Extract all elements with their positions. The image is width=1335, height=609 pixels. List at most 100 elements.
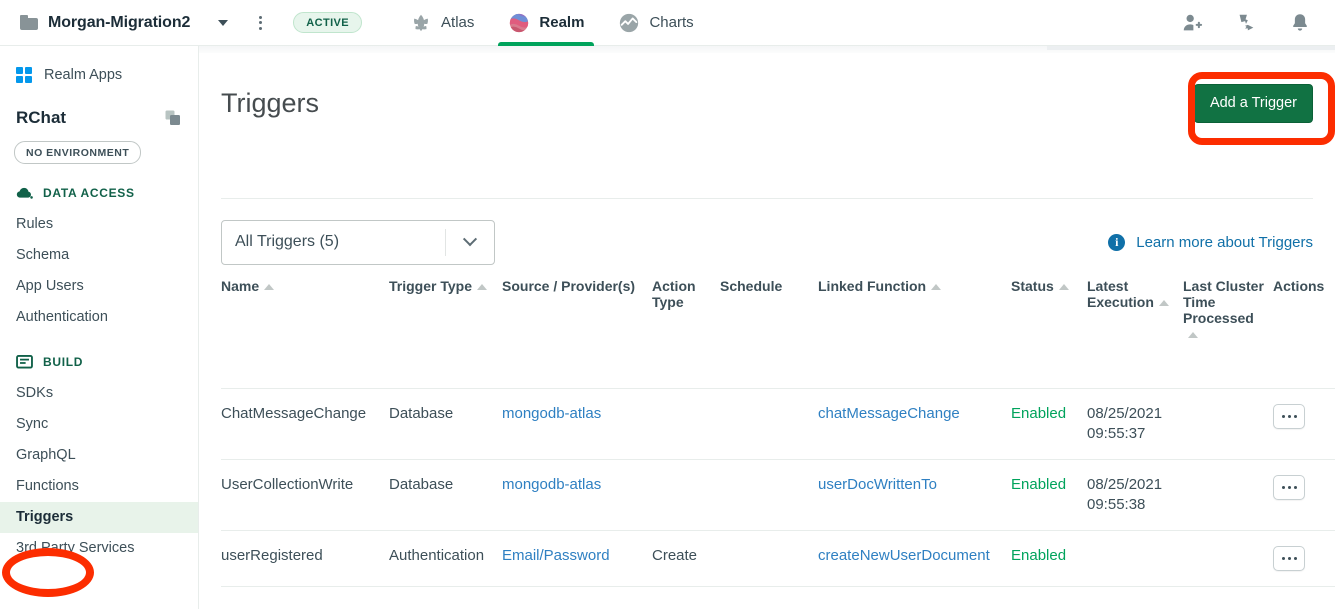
sidebar-item-realm-apps[interactable]: Realm Apps	[0, 46, 198, 83]
sidebar-item-functions[interactable]: Functions	[0, 471, 198, 502]
column-header-last-cluster-time-processed[interactable]: Last Cluster Time Processed	[1183, 278, 1273, 388]
cell-last-cluster-time	[1183, 459, 1273, 531]
invite-user-icon[interactable]	[1181, 12, 1203, 34]
column-header-source-provider[interactable]: Source / Provider(s)	[502, 278, 652, 388]
cell-status: Enabled	[1011, 530, 1087, 587]
cell-schedule	[720, 530, 818, 587]
cell-actions	[1273, 388, 1335, 460]
cloud-icon	[16, 187, 33, 199]
source-link[interactable]: Email/Password	[502, 547, 610, 564]
cell-linked-function[interactable]: createNewUserDocument	[818, 530, 1011, 587]
learn-more-group[interactable]: i Learn more about Triggers	[1108, 233, 1313, 251]
cell-trigger-type: Database	[389, 388, 502, 460]
kebab-menu-icon[interactable]	[256, 13, 265, 33]
header-divider	[221, 198, 1313, 199]
source-link[interactable]: mongodb-atlas	[502, 476, 601, 493]
top-navigation-bar: Morgan-Migration2 ACTIVE Atlas Realm Cha…	[0, 0, 1335, 46]
table-row[interactable]: ChatMessageChange Database mongodb-atlas…	[221, 388, 1335, 460]
ellipsis-menu-icon[interactable]	[1273, 474, 1305, 500]
cell-source[interactable]: mongodb-atlas	[502, 388, 652, 460]
cell-actions	[1273, 459, 1335, 531]
sidebar-item-app-users[interactable]: App Users	[0, 271, 198, 302]
cell-last-cluster-time	[1183, 388, 1273, 460]
ellipsis-menu-icon[interactable]	[1273, 403, 1305, 429]
table-header-row: Name Trigger Type Source / Provider(s) A…	[221, 278, 1335, 388]
linked-function-link[interactable]: userDocWrittenTo	[818, 476, 937, 493]
trigger-filter-select[interactable]: All Triggers (5)	[221, 219, 495, 265]
tab-charts[interactable]: Charts	[618, 0, 694, 46]
atlas-leaf-icon	[414, 14, 429, 31]
linked-function-link[interactable]: chatMessageChange	[818, 405, 960, 422]
sidebar-item-triggers[interactable]: Triggers	[0, 502, 198, 533]
column-header-latest-execution[interactable]: Latest Execution	[1087, 278, 1183, 388]
cell-source[interactable]: mongodb-atlas	[502, 459, 652, 531]
support-icon[interactable]	[1235, 12, 1257, 34]
add-trigger-wrapper: Add a Trigger	[1193, 83, 1313, 123]
table-body: ChatMessageChange Database mongodb-atlas…	[221, 388, 1335, 587]
column-header-name[interactable]: Name	[221, 278, 389, 388]
column-header-status[interactable]: Status	[1011, 278, 1087, 388]
column-header-trigger-type[interactable]: Trigger Type	[389, 278, 502, 388]
trigger-filter-value: All Triggers (5)	[235, 233, 340, 250]
column-header-schedule[interactable]: Schedule	[720, 278, 818, 388]
sort-ascending-icon[interactable]	[1158, 300, 1169, 306]
copy-icon[interactable]	[164, 109, 182, 127]
sidebar-item-graphql[interactable]: GraphQL	[0, 440, 198, 471]
notifications-bell-icon[interactable]	[1289, 12, 1311, 34]
chevron-down-icon[interactable]	[446, 232, 494, 247]
table-row[interactable]: userRegistered Authentication Email/Pass…	[221, 530, 1335, 587]
sidebar-item-authentication[interactable]: Authentication	[0, 302, 198, 333]
sidebar-item-schema[interactable]: Schema	[0, 240, 198, 271]
column-header-actions: Actions	[1273, 278, 1325, 294]
project-selector[interactable]: Morgan-Migration2 ACTIVE	[0, 12, 363, 33]
cell-linked-function[interactable]: chatMessageChange	[818, 388, 1011, 460]
column-header-linked-function[interactable]: Linked Function	[818, 278, 1011, 388]
cell-schedule	[720, 459, 818, 531]
page-title: Triggers	[221, 87, 320, 118]
cell-linked-function[interactable]: userDocWrittenTo	[818, 459, 1011, 531]
cell-name: userRegistered	[221, 530, 389, 587]
sidebar-item-rules[interactable]: Rules	[0, 209, 198, 240]
sidebar-section-title: BUILD	[43, 355, 84, 369]
cell-last-cluster-time	[1183, 530, 1273, 587]
sort-ascending-icon[interactable]	[264, 284, 275, 290]
realm-apps-label: Realm Apps	[44, 67, 123, 83]
sidebar-item-sdks[interactable]: SDKs	[0, 378, 198, 409]
cell-status: Enabled	[1011, 459, 1087, 531]
tab-realm-label: Realm	[539, 14, 585, 31]
cell-action-type	[652, 388, 720, 460]
sidebar-item-3rd-party-services[interactable]: 3rd Party Services	[0, 533, 198, 564]
sort-ascending-icon[interactable]	[476, 284, 487, 290]
sort-ascending-icon[interactable]	[931, 284, 942, 290]
cell-action-type	[652, 459, 720, 531]
linked-function-link[interactable]: createNewUserDocument	[818, 547, 990, 564]
build-icon	[16, 355, 33, 369]
learn-more-link[interactable]: Learn more about Triggers	[1136, 234, 1313, 251]
sort-ascending-icon[interactable]	[1058, 284, 1069, 290]
sidebar: Realm Apps RChat NO ENVIRONMENT DATA ACC…	[0, 46, 199, 609]
chevron-down-icon[interactable]	[218, 19, 229, 26]
filter-row: All Triggers (5) i Learn more about Trig…	[221, 219, 1313, 265]
tab-charts-label: Charts	[649, 14, 694, 31]
folder-icon	[20, 15, 38, 30]
page-header: Triggers Add a Trigger	[199, 53, 1335, 153]
cell-trigger-type: Database	[389, 459, 502, 531]
sidebar-item-sync[interactable]: Sync	[0, 409, 198, 440]
status-enabled: Enabled	[1011, 475, 1067, 493]
ellipsis-menu-icon[interactable]	[1273, 545, 1305, 571]
tab-atlas[interactable]: Atlas	[410, 0, 474, 46]
table-row[interactable]: UserCollectionWrite Database mongodb-atl…	[221, 459, 1335, 531]
column-header-action-type[interactable]: Action Type	[652, 278, 720, 388]
environment-badge: NO ENVIRONMENT	[14, 141, 142, 164]
cell-source[interactable]: Email/Password	[502, 530, 652, 587]
sidebar-section-data-access: DATA ACCESS	[0, 164, 198, 200]
cell-schedule	[720, 388, 818, 460]
sort-ascending-icon[interactable]	[1188, 332, 1198, 338]
sidebar-section-build: BUILD	[0, 333, 198, 369]
cell-latest-execution: 08/25/2021 09:55:37	[1087, 388, 1183, 460]
source-link[interactable]: mongodb-atlas	[502, 405, 601, 422]
tab-realm[interactable]: Realm	[498, 0, 595, 46]
add-trigger-button[interactable]: Add a Trigger	[1193, 83, 1313, 123]
cell-trigger-type: Authentication	[389, 530, 502, 587]
cell-name: ChatMessageChange	[221, 388, 389, 460]
